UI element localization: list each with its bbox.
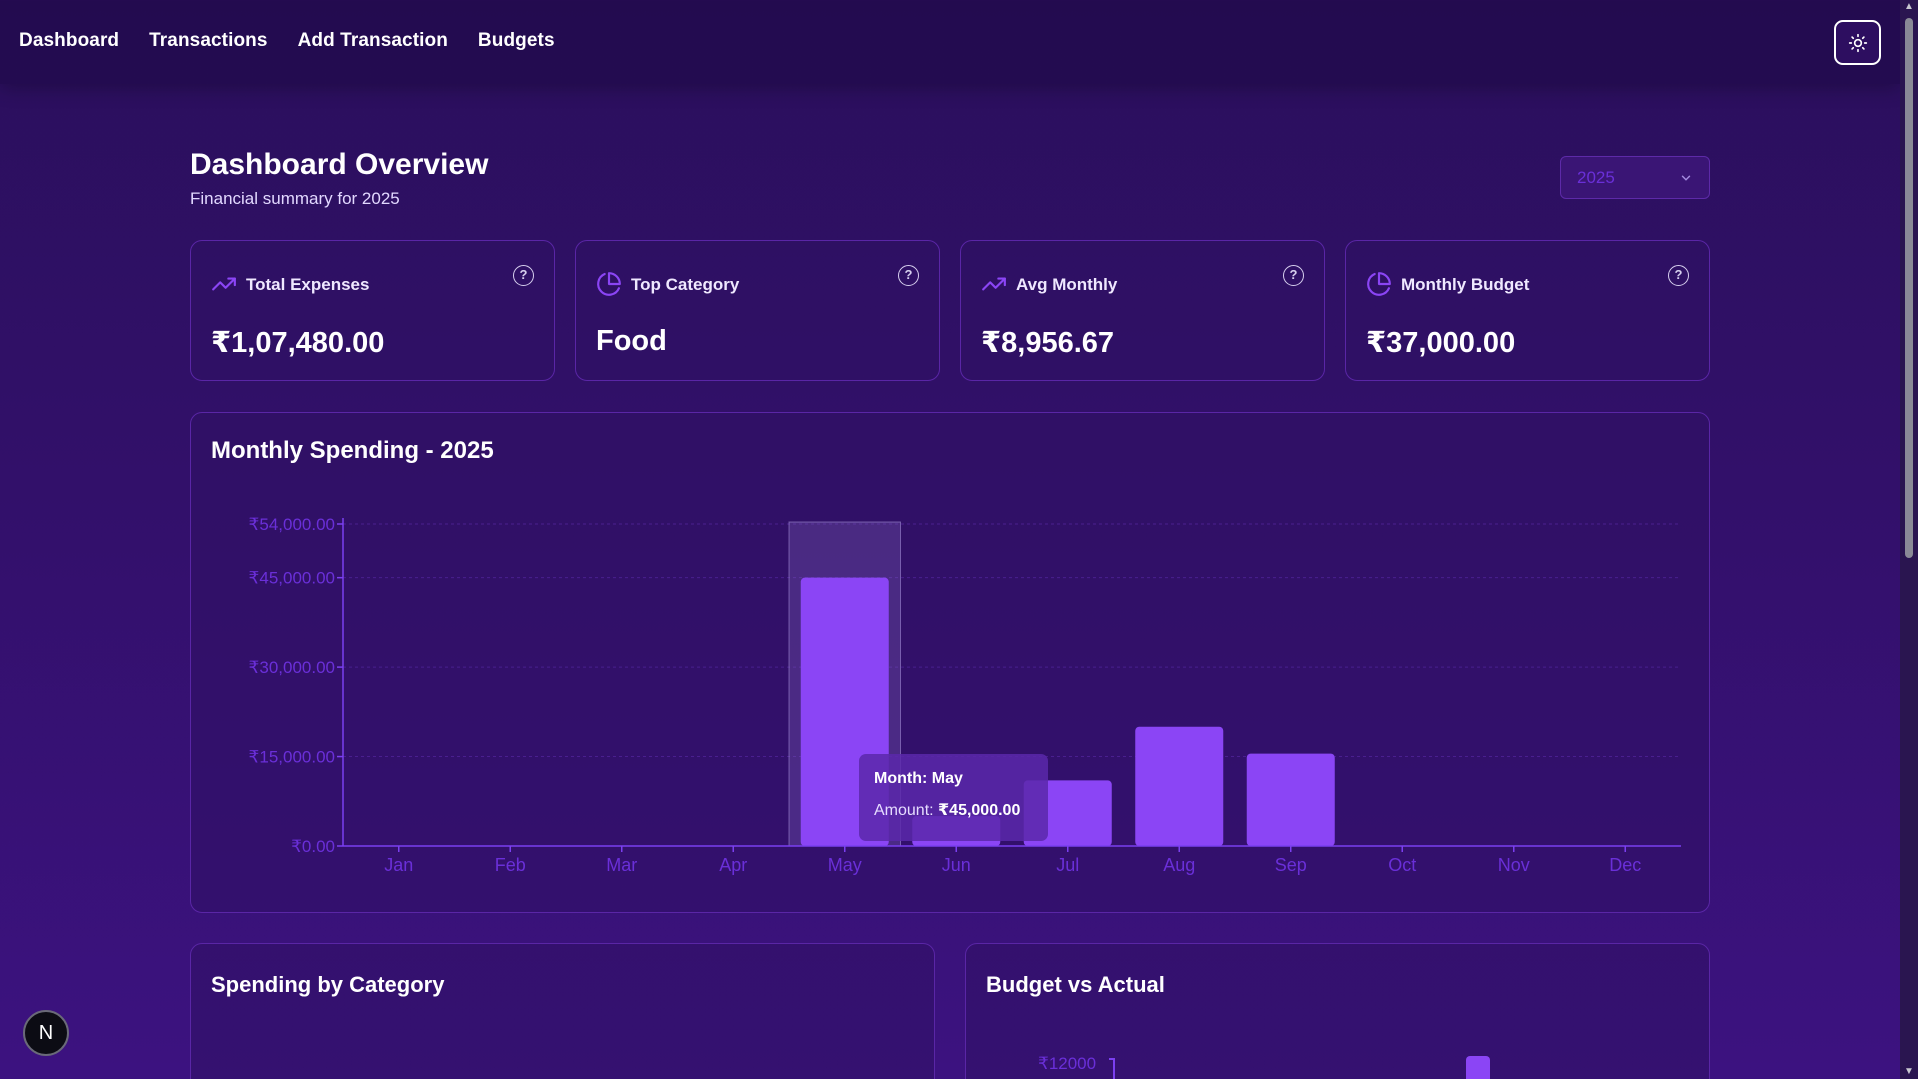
x-tick-label: Jun xyxy=(942,855,971,875)
x-tick-label: Aug xyxy=(1163,855,1195,875)
tooltip-amount-value: ₹45,000.00 xyxy=(938,802,1021,819)
theme-toggle-button[interactable] xyxy=(1834,20,1881,65)
y-tick-label: ₹45,000.00 xyxy=(249,569,335,588)
tooltip-amount-line: Amount: ₹45,000.00 xyxy=(874,800,1033,820)
x-tick-label: Dec xyxy=(1609,855,1641,875)
x-tick-label: Jul xyxy=(1056,855,1079,875)
trending-up-icon xyxy=(982,277,1006,291)
monthly-spending-card: ₹0.00 ₹15,000.00 ₹30,000.00 ₹45,000.00 ₹54,0… xyxy=(190,412,1710,913)
card-title: Budget vs Actual xyxy=(986,972,1165,997)
pie-chart-icon xyxy=(597,272,621,296)
stat-label: Top Category xyxy=(631,275,740,294)
nav-transactions[interactable]: Transactions xyxy=(149,30,267,52)
x-tick-label: Apr xyxy=(719,855,747,875)
dev-tools-badge[interactable]: N xyxy=(23,1010,69,1056)
y-tick-label: ₹54,000.00 xyxy=(249,515,335,534)
stat-value: ₹37,000.00 xyxy=(1366,327,1516,359)
page-title: Dashboard Overview xyxy=(190,148,489,181)
pie-chart-icon xyxy=(1367,272,1391,296)
y-tick-label: ₹15,000.00 xyxy=(249,748,335,767)
x-tick-label: May xyxy=(828,855,862,875)
stat-label: Avg Monthly xyxy=(1016,275,1118,294)
tooltip-month: Month: May xyxy=(874,770,963,787)
stat-card-top-category: Top Category ? Food xyxy=(575,240,940,381)
card-title: Spending by Category xyxy=(211,972,445,997)
nav-add-transaction[interactable]: Add Transaction xyxy=(298,30,448,52)
year-select-value: 2025 xyxy=(1577,167,1615,187)
x-tick-label: Nov xyxy=(1498,855,1530,875)
chart-bar[interactable] xyxy=(1246,753,1335,846)
stat-value: ₹8,956.67 xyxy=(981,327,1115,359)
help-circle-icon[interactable]: ? xyxy=(1283,265,1304,286)
page-subtitle: Financial summary for 2025 xyxy=(190,189,400,208)
spending-by-category-card: Spending by Category xyxy=(190,943,935,1079)
chevron-down-icon xyxy=(1681,175,1691,181)
scroll-down-arrow-icon[interactable]: ▼ xyxy=(1904,1067,1914,1077)
stat-value: Food xyxy=(596,325,667,357)
y-tick-label: ₹12000 xyxy=(1038,1054,1097,1073)
sun-icon xyxy=(1848,33,1867,52)
help-circle-icon[interactable]: ? xyxy=(513,265,534,286)
top-navbar: Dashboard Transactions Add Transaction B… xyxy=(0,0,1900,84)
y-tick-label: ₹30,000.00 xyxy=(249,658,335,677)
y-tick-label: ₹0.00 xyxy=(291,837,335,856)
nav-budgets[interactable]: Budgets xyxy=(478,30,555,52)
x-tick-label: Feb xyxy=(495,855,526,875)
trending-up-icon xyxy=(212,277,236,291)
tooltip-amount-prefix: Amount: xyxy=(874,802,939,819)
x-tick-label: Jan xyxy=(384,855,413,875)
scrollbar-thumb[interactable] xyxy=(1905,18,1913,558)
chart-title: Monthly Spending - 2025 xyxy=(211,437,494,464)
chart-bar[interactable] xyxy=(1466,1056,1490,1079)
stat-label: Monthly Budget xyxy=(1401,275,1530,294)
nav-dashboard[interactable]: Dashboard xyxy=(19,30,119,52)
main-nav: Dashboard Transactions Add Transaction B… xyxy=(19,30,555,52)
help-circle-icon[interactable]: ? xyxy=(1668,265,1689,286)
stat-card-total-expenses: Total Expenses ? ₹1,07,480.00 xyxy=(190,240,555,381)
y-axis xyxy=(1109,1058,1115,1079)
scroll-up-arrow-icon[interactable]: ▲ xyxy=(1904,2,1914,12)
help-circle-icon[interactable]: ? xyxy=(898,265,919,286)
chart-bar[interactable] xyxy=(1135,726,1224,846)
page-scrollbar[interactable]: ▲ ▼ xyxy=(1900,0,1918,1079)
chart-tooltip: Month: May Amount: ₹45,000.00 xyxy=(859,754,1048,841)
budget-vs-actual-card: Budget vs Actual ₹12000 xyxy=(965,943,1710,1079)
x-tick-label: Mar xyxy=(606,855,637,875)
stat-label: Total Expenses xyxy=(246,275,370,294)
x-tick-label: Oct xyxy=(1388,855,1416,875)
stat-card-monthly-budget: Monthly Budget ? ₹37,000.00 xyxy=(1345,240,1710,381)
x-tick-label: Sep xyxy=(1275,855,1307,875)
year-select[interactable]: 2025 xyxy=(1560,156,1710,199)
stat-value: ₹1,07,480.00 xyxy=(211,327,385,359)
stat-card-avg-monthly: Avg Monthly ? ₹8,956.67 xyxy=(960,240,1325,381)
